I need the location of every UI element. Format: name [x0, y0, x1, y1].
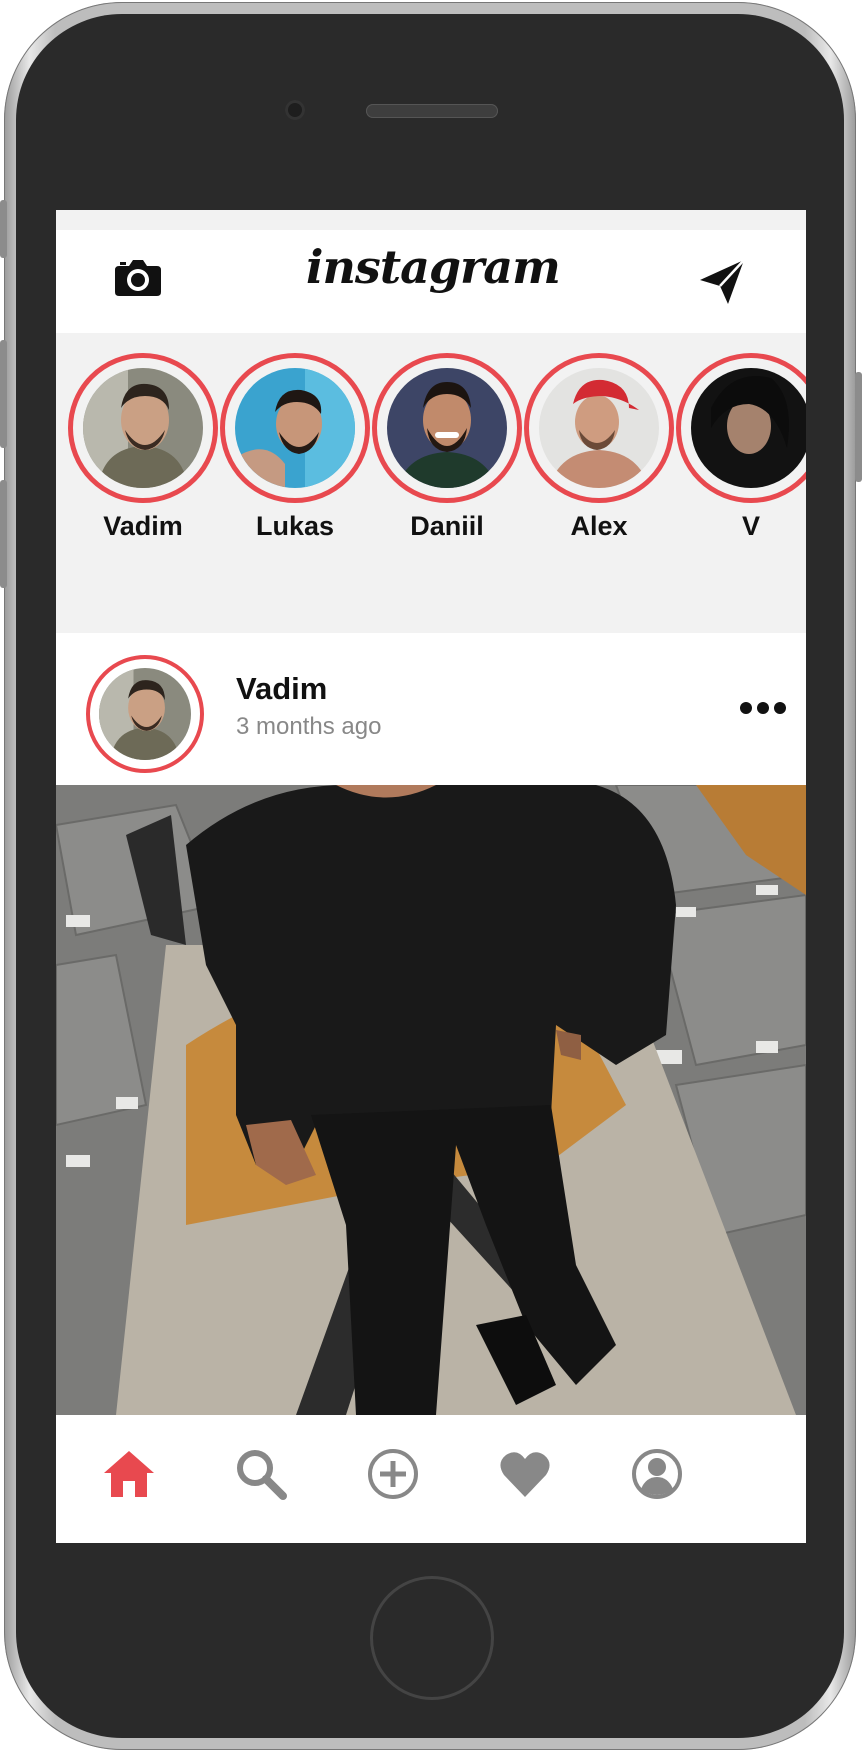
- story-avatar: [691, 368, 806, 488]
- story-avatar: [235, 368, 355, 488]
- front-camera: [285, 100, 305, 120]
- post-avatar: [99, 668, 191, 760]
- story-avatar: [387, 368, 507, 488]
- story-avatar: [539, 368, 659, 488]
- app-screen: instagram Vadim Lukas Daniil Alex V Vadi…: [56, 210, 806, 1543]
- post-avatar-ring[interactable]: [86, 655, 204, 773]
- post-image[interactable]: [56, 785, 806, 1415]
- heart-icon[interactable]: [498, 1447, 552, 1501]
- home-button[interactable]: [370, 1576, 494, 1700]
- story-item[interactable]: V: [676, 353, 806, 543]
- bottom-tab-bar: [56, 1415, 806, 1543]
- story-item[interactable]: Alex: [524, 353, 674, 543]
- story-ring: [524, 353, 674, 503]
- add-icon[interactable]: [366, 1447, 420, 1501]
- post-username[interactable]: Vadim: [236, 671, 327, 707]
- home-icon[interactable]: [102, 1447, 156, 1501]
- profile-icon[interactable]: [630, 1447, 684, 1501]
- send-icon[interactable]: [698, 258, 746, 306]
- story-item[interactable]: Lukas: [220, 353, 370, 543]
- story-ring: [220, 353, 370, 503]
- more-icon[interactable]: [739, 701, 787, 715]
- story-avatar: [83, 368, 203, 488]
- story-ring: [372, 353, 522, 503]
- mute-switch: [0, 200, 7, 258]
- earpiece-speaker: [366, 104, 498, 118]
- app-header: instagram: [56, 230, 806, 333]
- story-ring: [68, 353, 218, 503]
- story-ring: [676, 353, 806, 503]
- camera-icon[interactable]: [115, 258, 161, 296]
- story-item[interactable]: Vadim: [68, 353, 218, 543]
- story-item[interactable]: Daniil: [372, 353, 522, 543]
- search-icon[interactable]: [234, 1447, 288, 1501]
- volume-down-button: [0, 480, 7, 588]
- status-strip: [56, 210, 806, 230]
- post-timestamp: 3 months ago: [236, 713, 382, 740]
- post-header: Vadim 3 months ago: [56, 633, 806, 785]
- instagram-logo: instagram: [306, 240, 561, 294]
- volume-up-button: [0, 340, 7, 448]
- power-button: [855, 372, 862, 482]
- story-name: V: [741, 511, 760, 541]
- stories-bar: Vadim Lukas Daniil Alex V: [56, 333, 806, 633]
